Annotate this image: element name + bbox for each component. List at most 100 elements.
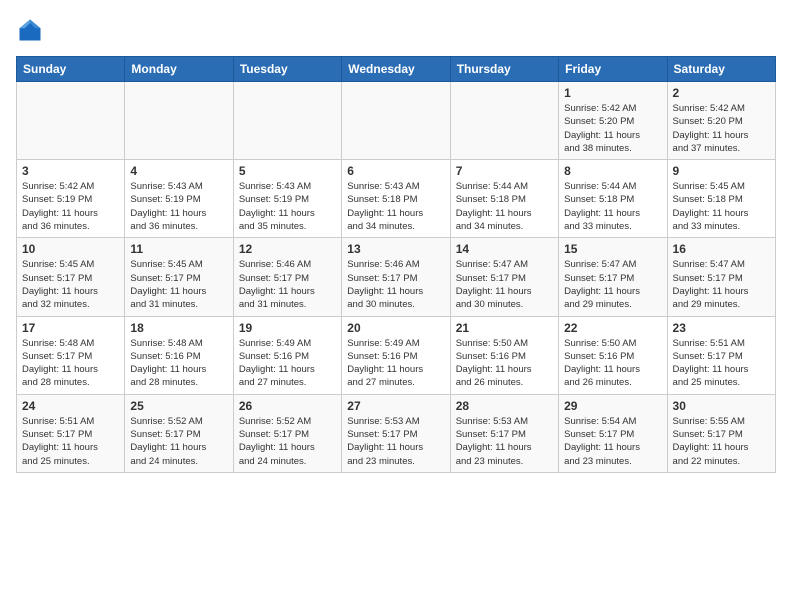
- day-info: Sunrise: 5:45 AM Sunset: 5:17 PM Dayligh…: [22, 258, 119, 311]
- day-number: 2: [673, 86, 770, 100]
- day-info: Sunrise: 5:42 AM Sunset: 5:20 PM Dayligh…: [673, 102, 770, 155]
- day-number: 19: [239, 321, 336, 335]
- calendar-cell: 14 Sunrise: 5:47 AM Sunset: 5:17 PM Dayli…: [450, 238, 558, 316]
- day-info: Sunrise: 5:46 AM Sunset: 5:17 PM Dayligh…: [239, 258, 336, 311]
- day-info: Sunrise: 5:50 AM Sunset: 5:16 PM Dayligh…: [564, 337, 661, 390]
- calendar-cell: 3 Sunrise: 5:42 AM Sunset: 5:19 PM Daylig…: [17, 160, 125, 238]
- day-info: Sunrise: 5:43 AM Sunset: 5:19 PM Dayligh…: [130, 180, 227, 233]
- day-info: Sunrise: 5:44 AM Sunset: 5:18 PM Dayligh…: [456, 180, 553, 233]
- day-number: 26: [239, 399, 336, 413]
- calendar-header-row: SundayMondayTuesdayWednesdayThursdayFrid…: [17, 57, 776, 82]
- weekday-header: Sunday: [17, 57, 125, 82]
- weekday-header: Thursday: [450, 57, 558, 82]
- day-number: 28: [456, 399, 553, 413]
- calendar-cell: 27 Sunrise: 5:53 AM Sunset: 5:17 PM Dayli…: [342, 394, 450, 472]
- day-info: Sunrise: 5:42 AM Sunset: 5:19 PM Dayligh…: [22, 180, 119, 233]
- calendar-cell: 28 Sunrise: 5:53 AM Sunset: 5:17 PM Dayli…: [450, 394, 558, 472]
- day-number: 6: [347, 164, 444, 178]
- day-number: 13: [347, 242, 444, 256]
- day-info: Sunrise: 5:44 AM Sunset: 5:18 PM Dayligh…: [564, 180, 661, 233]
- day-info: Sunrise: 5:46 AM Sunset: 5:17 PM Dayligh…: [347, 258, 444, 311]
- day-number: 27: [347, 399, 444, 413]
- day-number: 23: [673, 321, 770, 335]
- calendar-cell: 5Sunrise: 5:43 AM Sunset: 5:19 PM Daylig…: [233, 160, 341, 238]
- calendar-cell: 17 Sunrise: 5:48 AM Sunset: 5:17 PM Dayli…: [17, 316, 125, 394]
- day-number: 4: [130, 164, 227, 178]
- day-info: Sunrise: 5:42 AM Sunset: 5:20 PM Dayligh…: [564, 102, 661, 155]
- day-info: Sunrise: 5:50 AM Sunset: 5:16 PM Dayligh…: [456, 337, 553, 390]
- calendar-cell: 29 Sunrise: 5:54 AM Sunset: 5:17 PM Dayli…: [559, 394, 667, 472]
- day-info: Sunrise: 5:51 AM Sunset: 5:17 PM Dayligh…: [673, 337, 770, 390]
- calendar-cell: [342, 82, 450, 160]
- weekday-header: Saturday: [667, 57, 775, 82]
- calendar-cell: 21Sunrise: 5:50 AM Sunset: 5:16 PM Dayli…: [450, 316, 558, 394]
- day-number: 1: [564, 86, 661, 100]
- day-number: 15: [564, 242, 661, 256]
- calendar-cell: 6 Sunrise: 5:43 AM Sunset: 5:18 PM Daylig…: [342, 160, 450, 238]
- calendar-cell: 24 Sunrise: 5:51 AM Sunset: 5:17 PM Dayli…: [17, 394, 125, 472]
- calendar-cell: 13 Sunrise: 5:46 AM Sunset: 5:17 PM Dayli…: [342, 238, 450, 316]
- day-info: Sunrise: 5:48 AM Sunset: 5:17 PM Dayligh…: [22, 337, 119, 390]
- day-number: 17: [22, 321, 119, 335]
- calendar-cell: 23 Sunrise: 5:51 AM Sunset: 5:17 PM Dayli…: [667, 316, 775, 394]
- calendar-cell: 11 Sunrise: 5:45 AM Sunset: 5:17 PM Dayli…: [125, 238, 233, 316]
- day-number: 7: [456, 164, 553, 178]
- day-info: Sunrise: 5:52 AM Sunset: 5:17 PM Dayligh…: [130, 415, 227, 468]
- day-info: Sunrise: 5:55 AM Sunset: 5:17 PM Dayligh…: [673, 415, 770, 468]
- day-info: Sunrise: 5:49 AM Sunset: 5:16 PM Dayligh…: [347, 337, 444, 390]
- calendar-cell: [17, 82, 125, 160]
- calendar-cell: [450, 82, 558, 160]
- day-number: 20: [347, 321, 444, 335]
- calendar-cell: 26 Sunrise: 5:52 AM Sunset: 5:17 PM Dayli…: [233, 394, 341, 472]
- day-number: 29: [564, 399, 661, 413]
- calendar-cell: [233, 82, 341, 160]
- day-info: Sunrise: 5:52 AM Sunset: 5:17 PM Dayligh…: [239, 415, 336, 468]
- calendar-cell: 16Sunrise: 5:47 AM Sunset: 5:17 PM Dayli…: [667, 238, 775, 316]
- calendar-cell: 8Sunrise: 5:44 AM Sunset: 5:18 PM Daylig…: [559, 160, 667, 238]
- day-number: 22: [564, 321, 661, 335]
- calendar-cell: 2 Sunrise: 5:42 AM Sunset: 5:20 PM Daylig…: [667, 82, 775, 160]
- weekday-header: Monday: [125, 57, 233, 82]
- day-info: Sunrise: 5:49 AM Sunset: 5:16 PM Dayligh…: [239, 337, 336, 390]
- logo-icon: [16, 16, 44, 44]
- calendar-week-row: 17 Sunrise: 5:48 AM Sunset: 5:17 PM Dayli…: [17, 316, 776, 394]
- day-number: 10: [22, 242, 119, 256]
- calendar-cell: 25Sunrise: 5:52 AM Sunset: 5:17 PM Dayli…: [125, 394, 233, 472]
- calendar-table: SundayMondayTuesdayWednesdayThursdayFrid…: [16, 56, 776, 473]
- calendar-cell: [125, 82, 233, 160]
- day-info: Sunrise: 5:43 AM Sunset: 5:18 PM Dayligh…: [347, 180, 444, 233]
- day-info: Sunrise: 5:47 AM Sunset: 5:17 PM Dayligh…: [673, 258, 770, 311]
- calendar-cell: 12 Sunrise: 5:46 AM Sunset: 5:17 PM Dayli…: [233, 238, 341, 316]
- day-info: Sunrise: 5:54 AM Sunset: 5:17 PM Dayligh…: [564, 415, 661, 468]
- calendar-cell: 4 Sunrise: 5:43 AM Sunset: 5:19 PM Daylig…: [125, 160, 233, 238]
- logo: [16, 16, 48, 44]
- calendar-cell: 22 Sunrise: 5:50 AM Sunset: 5:16 PM Dayli…: [559, 316, 667, 394]
- calendar-cell: 1 Sunrise: 5:42 AM Sunset: 5:20 PM Daylig…: [559, 82, 667, 160]
- day-info: Sunrise: 5:48 AM Sunset: 5:16 PM Dayligh…: [130, 337, 227, 390]
- calendar-cell: 7 Sunrise: 5:44 AM Sunset: 5:18 PM Daylig…: [450, 160, 558, 238]
- calendar-cell: 9 Sunrise: 5:45 AM Sunset: 5:18 PM Daylig…: [667, 160, 775, 238]
- day-info: Sunrise: 5:47 AM Sunset: 5:17 PM Dayligh…: [456, 258, 553, 311]
- weekday-header: Wednesday: [342, 57, 450, 82]
- day-info: Sunrise: 5:53 AM Sunset: 5:17 PM Dayligh…: [456, 415, 553, 468]
- calendar-week-row: 3 Sunrise: 5:42 AM Sunset: 5:19 PM Daylig…: [17, 160, 776, 238]
- calendar-week-row: 1 Sunrise: 5:42 AM Sunset: 5:20 PM Daylig…: [17, 82, 776, 160]
- day-number: 9: [673, 164, 770, 178]
- day-info: Sunrise: 5:45 AM Sunset: 5:17 PM Dayligh…: [130, 258, 227, 311]
- day-number: 14: [456, 242, 553, 256]
- day-number: 3: [22, 164, 119, 178]
- day-info: Sunrise: 5:53 AM Sunset: 5:17 PM Dayligh…: [347, 415, 444, 468]
- day-info: Sunrise: 5:51 AM Sunset: 5:17 PM Dayligh…: [22, 415, 119, 468]
- day-number: 24: [22, 399, 119, 413]
- weekday-header: Friday: [559, 57, 667, 82]
- calendar-week-row: 24 Sunrise: 5:51 AM Sunset: 5:17 PM Dayli…: [17, 394, 776, 472]
- day-info: Sunrise: 5:43 AM Sunset: 5:19 PM Dayligh…: [239, 180, 336, 233]
- day-number: 30: [673, 399, 770, 413]
- day-number: 12: [239, 242, 336, 256]
- day-info: Sunrise: 5:45 AM Sunset: 5:18 PM Dayligh…: [673, 180, 770, 233]
- calendar-cell: 19 Sunrise: 5:49 AM Sunset: 5:16 PM Dayli…: [233, 316, 341, 394]
- page-header: [16, 16, 776, 44]
- day-number: 11: [130, 242, 227, 256]
- weekday-header: Tuesday: [233, 57, 341, 82]
- day-info: Sunrise: 5:47 AM Sunset: 5:17 PM Dayligh…: [564, 258, 661, 311]
